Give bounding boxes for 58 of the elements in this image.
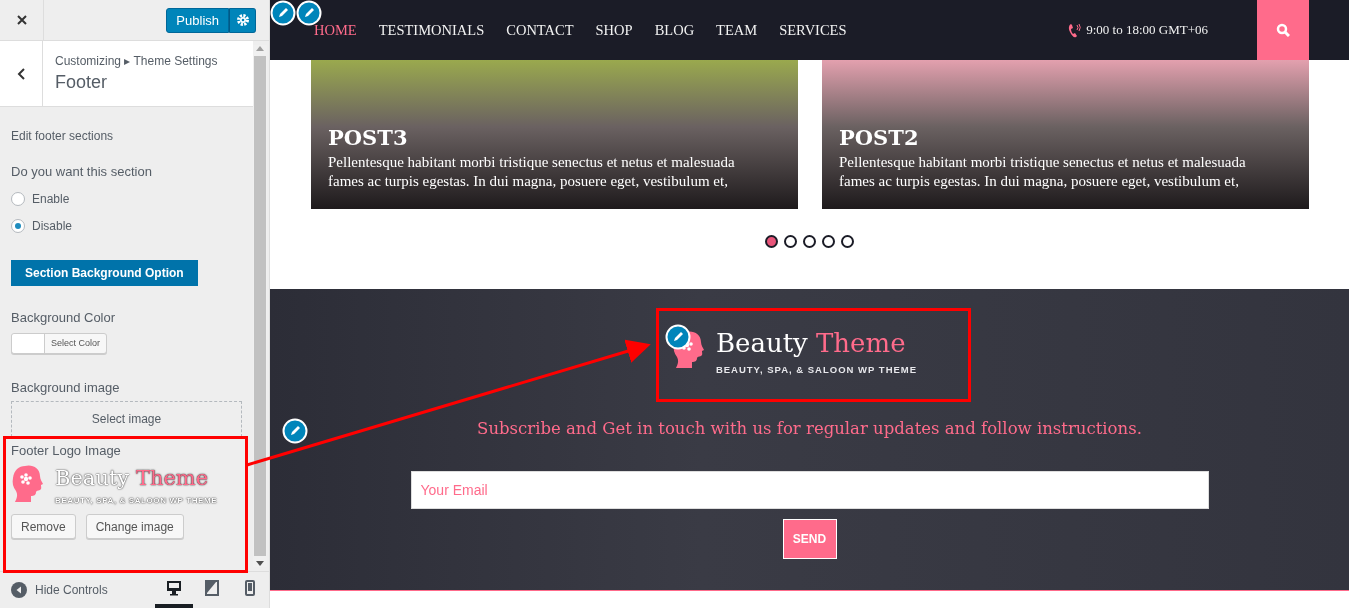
field-label: Do you want this section	[11, 164, 153, 179]
radio-button[interactable]	[11, 192, 25, 206]
breadcrumb: Customizing ▸ Theme Settings	[55, 54, 218, 68]
section-title: Footer	[55, 72, 109, 93]
subscribe-text: Subscribe and Get in touch with us for regular updates and follow instructions.	[477, 418, 1142, 438]
edit-pencil-icon[interactable]	[665, 324, 691, 350]
background-option-button[interactable]: Section Background Option	[11, 260, 198, 286]
edit-pencil-icon[interactable]	[296, 0, 322, 26]
slider-dot[interactable]	[784, 235, 797, 248]
field-label: Background Color	[11, 310, 117, 325]
nav-link[interactable]: CONTACT	[506, 21, 574, 39]
collapse-icon	[11, 582, 27, 598]
section-description: Edit footer sections	[11, 129, 115, 143]
scroll-up-icon	[255, 45, 265, 52]
post-title: POST3	[328, 125, 409, 150]
nav-link[interactable]: TEAM	[716, 21, 758, 39]
remove-button[interactable]: Remove	[11, 514, 76, 539]
mobile-icon	[245, 580, 255, 596]
business-hours: 9:00 to 18:00 GMT+06	[1086, 22, 1208, 38]
radio-label: Disable	[32, 219, 73, 233]
tablet-icon	[205, 580, 219, 596]
search-icon	[1276, 23, 1290, 37]
nav-link[interactable]: SHOP	[595, 21, 633, 39]
slider-dot[interactable]	[765, 235, 778, 248]
logo-name: Beauty Theme	[715, 329, 907, 358]
change-image-button[interactable]: Change image	[85, 514, 184, 539]
logo-tagline: BEAUTY, SPA, & SALOON WP THEME	[55, 496, 218, 506]
slider-dot[interactable]	[822, 235, 835, 248]
nav-link[interactable]: BLOG	[654, 21, 695, 39]
publish-button[interactable]: Publish	[166, 7, 229, 33]
nav-link[interactable]: HOME	[314, 21, 357, 39]
field-label: Footer Logo Image	[11, 443, 122, 458]
email-field[interactable]: Your Email	[410, 470, 1209, 509]
color-picker[interactable]: Select Color	[11, 333, 108, 354]
slider-dot[interactable]	[841, 235, 854, 248]
desktop-icon	[166, 580, 182, 596]
close-icon	[15, 14, 28, 26]
nav-link[interactable]: TESTIMONIALS	[378, 21, 485, 39]
slider-dot[interactable]	[803, 235, 816, 248]
edit-pencil-icon[interactable]	[270, 0, 296, 26]
phone-icon	[1068, 22, 1082, 38]
post-title: POST2	[839, 125, 920, 150]
radio-button[interactable]	[11, 219, 25, 233]
edit-pencil-icon[interactable]	[282, 418, 308, 444]
nav-link[interactable]: SERVICES	[779, 21, 847, 39]
scroll-down-icon	[255, 560, 265, 567]
radio-label: Enable	[32, 192, 70, 206]
logo-name: Beauty Theme	[55, 466, 210, 491]
settings-icon	[235, 13, 250, 27]
logo-tagline: BEAUTY, SPA, & SALOON WP THEME	[715, 363, 918, 375]
post-card[interactable]: POST2 Pellentesque habitant morbi tristique senectus et netus et malesuada fames ac turpis egestas. In dui magna, posuere eget, vestibulum et,	[822, 60, 1309, 209]
field-label: Background image	[11, 380, 121, 395]
post-excerpt: Pellentesque habitant morbi tristique senectus et netus et malesuada fames ac turpis egestas. In dui magna, posuere eget, vestibulum et,	[328, 153, 736, 191]
hide-controls-button[interactable]: Hide Controls	[11, 582, 108, 598]
select-image-button[interactable]: Select image	[11, 401, 242, 437]
publish-settings-button[interactable]	[229, 7, 256, 33]
post-card[interactable]: POST3 Pellentesque habitant morbi tristique senectus et netus et malesuada fames ac turpis egestas. In dui magna, posuere eget, vestibulum et,	[311, 60, 798, 209]
post-excerpt: Pellentesque habitant morbi tristique senectus et netus et malesuada fames ac turpis egestas. In dui magna, posuere eget, vestibulum et,	[839, 153, 1247, 191]
